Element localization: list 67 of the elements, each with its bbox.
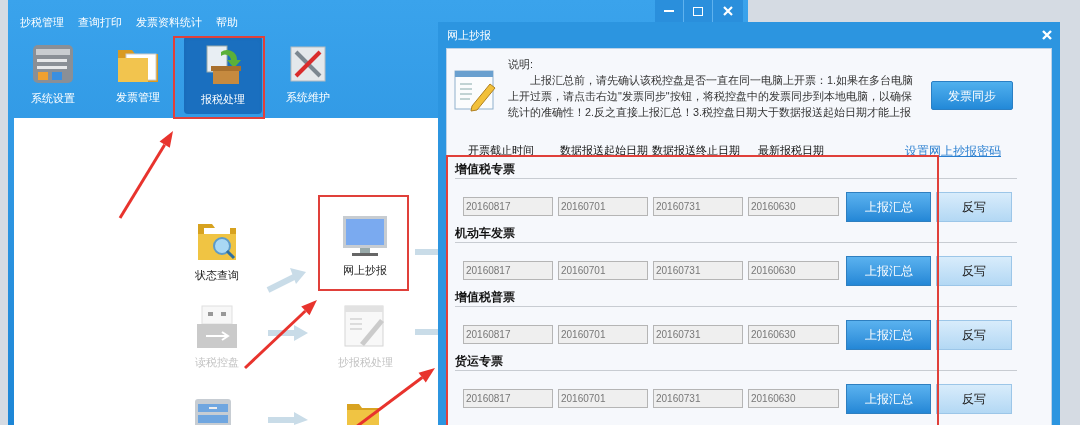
maximize-button[interactable] xyxy=(684,0,713,22)
section-title: 增值税专票 xyxy=(455,162,516,177)
report-button[interactable]: 上报汇总 xyxy=(846,319,931,350)
date-field[interactable]: 20160630 xyxy=(748,325,839,344)
date-field[interactable]: 20160731 xyxy=(653,197,743,216)
report-button[interactable]: 上报汇总 xyxy=(846,383,931,414)
section-title: 货运专票 xyxy=(455,354,504,369)
flow-item[interactable]: 状态查询 xyxy=(182,220,252,284)
flow-item[interactable]: 网上抄报 xyxy=(330,215,400,279)
column-header: 数据报送终止日期 xyxy=(652,143,740,159)
form-edit-icon xyxy=(344,305,386,349)
settings-panel-icon xyxy=(32,43,74,86)
toolbar-button[interactable]: 报税处理 xyxy=(184,36,262,114)
date-field[interactable]: 20160701 xyxy=(558,389,648,408)
writeback-button[interactable]: 反写 xyxy=(936,319,1012,350)
date-field[interactable]: 20160817 xyxy=(463,261,553,280)
note-text: 上开过票，请点击右边"发票同步"按钮，将税控盘中的发票同步到本地电脑，以确保 xyxy=(508,89,913,104)
minimize-icon xyxy=(664,9,674,13)
close-icon[interactable] xyxy=(1042,30,1052,40)
column-header: 开票截止时间 xyxy=(468,143,534,159)
connector-line xyxy=(415,329,438,335)
date-field[interactable]: 20160731 xyxy=(653,389,743,408)
flow-arrow xyxy=(268,325,308,341)
note-text: 上报汇总前，请先确认该税控盘是否一直在同一电脑上开票：1.如果在多台电脑 xyxy=(529,73,913,88)
menu-item[interactable]: 查询打印 xyxy=(78,13,122,31)
report-button[interactable]: 上报汇总 xyxy=(846,191,931,222)
date-field[interactable]: 20160630 xyxy=(748,197,839,216)
date-field[interactable]: 20160630 xyxy=(748,389,839,408)
flow-arrow xyxy=(268,412,308,425)
column-header: 最新报税日期 xyxy=(758,143,824,159)
section-title: 增值税普票 xyxy=(455,289,516,305)
date-field[interactable]: 20160817 xyxy=(463,389,553,408)
form-edit-icon xyxy=(454,70,496,112)
flow-arrow xyxy=(266,268,306,293)
tools-icon xyxy=(288,44,328,85)
date-field[interactable]: 20160701 xyxy=(558,197,648,216)
column-header: 数据报送起始日期 xyxy=(560,143,648,159)
usb-drive-icon xyxy=(196,305,238,349)
toolbar-button[interactable]: 系统维护 xyxy=(269,36,347,114)
writeback-button[interactable]: 反写 xyxy=(936,383,1012,414)
report-button[interactable]: 上报汇总 xyxy=(846,255,931,286)
date-field[interactable]: 20160817 xyxy=(463,325,553,344)
note-text: 统计的准确性！2.反之直接上报汇总！3.税控盘日期大于数据报送起始日期才能上报 xyxy=(508,105,912,120)
toolbar-button[interactable]: 发票管理 xyxy=(99,36,177,114)
section-title: 机动车发票 xyxy=(455,226,516,241)
date-field[interactable]: 20160630 xyxy=(748,261,839,280)
sync-button[interactable]: 发票同步 xyxy=(931,81,1013,110)
writeback-button[interactable]: 反写 xyxy=(936,191,1012,222)
monitor-icon xyxy=(342,215,388,257)
close-icon xyxy=(723,6,733,16)
connector-line xyxy=(415,249,438,255)
date-field[interactable]: 20160817 xyxy=(463,197,553,216)
close-button[interactable] xyxy=(713,0,743,22)
menu-item[interactable]: 抄税管理 xyxy=(20,13,64,31)
date-field[interactable]: 20160731 xyxy=(653,325,743,344)
cabinet-icon xyxy=(194,398,232,425)
date-field[interactable]: 20160701 xyxy=(558,261,648,280)
toolbar-button[interactable]: 系统设置 xyxy=(14,36,92,114)
menu-item[interactable]: 发票资料统计 xyxy=(136,13,202,31)
dialog-title: 网上抄报 xyxy=(447,27,491,43)
maximize-icon xyxy=(693,6,703,16)
note-label: 说明: xyxy=(508,57,534,72)
menu-item[interactable]: 帮助 xyxy=(216,13,238,31)
date-field[interactable]: 20160731 xyxy=(653,261,743,280)
date-field[interactable]: 20160701 xyxy=(558,325,648,344)
minimize-button[interactable] xyxy=(655,0,684,22)
writeback-button[interactable]: 反写 xyxy=(936,255,1012,286)
